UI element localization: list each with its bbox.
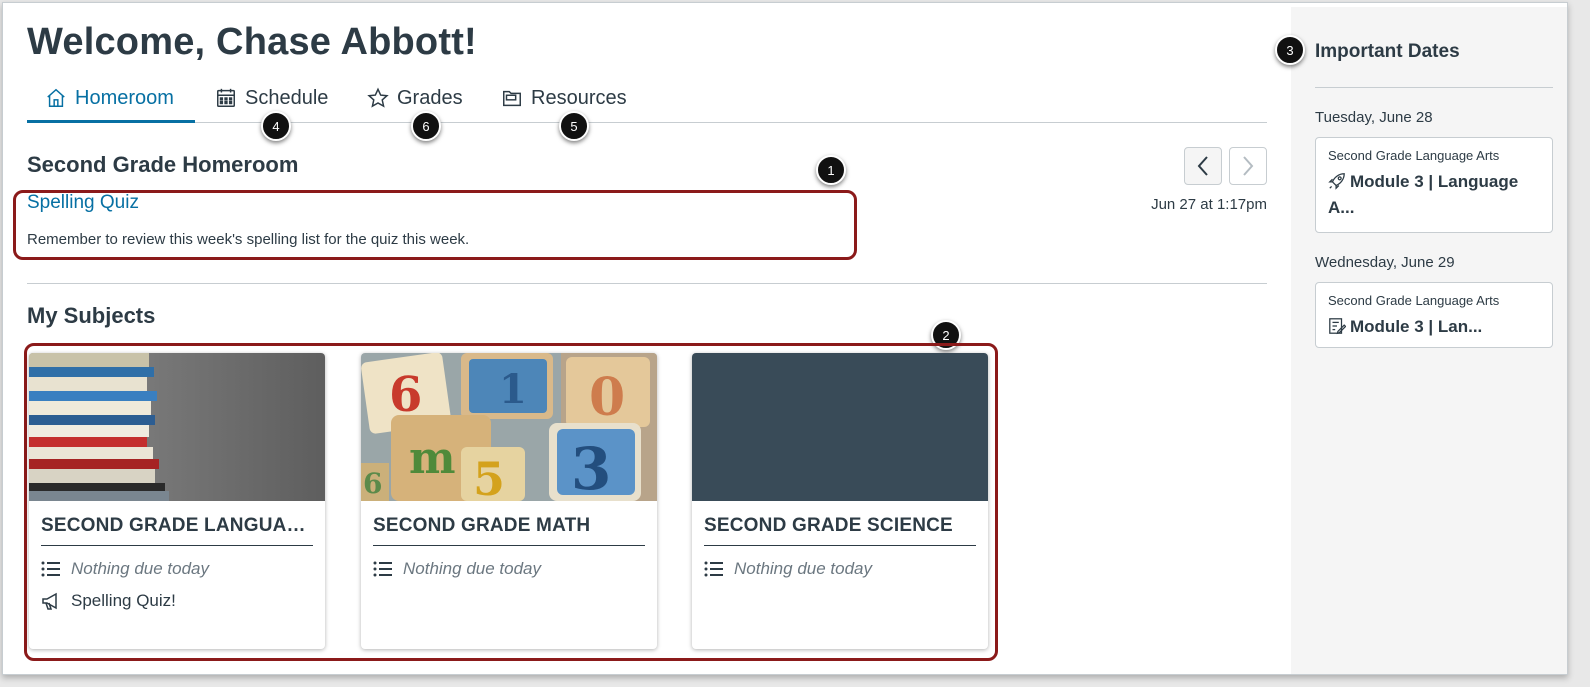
subject-card-title: SECOND GRADE MATH: [373, 515, 645, 546]
number-blocks-photo: 6 1 0 m 5 3 6: [361, 353, 657, 501]
next-announcement-button[interactable]: [1229, 147, 1267, 185]
tab-bar: Homeroom Schedule Grades Resources: [27, 83, 1267, 123]
rocket-icon: [1328, 173, 1345, 190]
svg-text:6: 6: [363, 467, 382, 500]
important-date-heading: Tuesday, June 28: [1315, 109, 1433, 126]
svg-text:6: 6: [389, 367, 422, 423]
callout-badge: 3: [1275, 35, 1305, 65]
subject-card-status-text: Nothing due today: [734, 559, 872, 578]
subject-card-science[interactable]: SECOND GRADE SCIENCE Nothing due today: [692, 353, 988, 649]
home-icon: [47, 88, 65, 107]
star-icon: [367, 87, 389, 108]
callout-badge: 4: [261, 111, 291, 141]
subject-card-title: SECOND GRADE SCIENCE: [704, 515, 976, 546]
callout-badge: 5: [559, 111, 589, 141]
important-dates-sidebar: 3 Important Dates Tuesday, June 28 Secon…: [1275, 7, 1567, 674]
svg-text:3: 3: [571, 435, 611, 501]
subject-card-status-text: Nothing due today: [71, 559, 209, 578]
list-icon: [373, 561, 392, 577]
important-date-item-title: Module 3 | Language A...: [1328, 169, 1540, 221]
important-date-item[interactable]: Second Grade Language Arts Module 3 | La…: [1315, 137, 1553, 233]
svg-text:1: 1: [499, 366, 527, 413]
important-date-course: Second Grade Language Arts: [1328, 148, 1500, 163]
chevron-right-icon: [1243, 156, 1254, 176]
subject-card-title: SECOND GRADE LANGUAG...: [41, 515, 313, 546]
tab-resources-label: Resources: [531, 87, 627, 109]
announcement-highlight-box: [13, 190, 857, 260]
list-icon: [41, 561, 60, 577]
tab-schedule-label: Schedule: [245, 87, 329, 109]
announcement-title-link[interactable]: Spelling Quiz: [27, 192, 139, 214]
books-photo: [29, 353, 325, 501]
tab-grades-label: Grades: [397, 87, 463, 109]
subject-card-announcement-text: Spelling Quiz!: [71, 591, 176, 610]
subject-card-status: Nothing due today: [704, 559, 872, 579]
homeroom-title: Second Grade Homeroom: [27, 152, 299, 177]
callout-badge: 1: [816, 155, 846, 185]
app-window: Welcome, Chase Abbott! Homeroom Schedule…: [2, 2, 1568, 675]
assignment-icon: [1329, 318, 1347, 335]
svg-text:0: 0: [589, 367, 625, 428]
science-card-color-banner: [692, 353, 988, 501]
callout-badge: 6: [411, 111, 441, 141]
announcement-date: Jun 27 at 1:17pm: [1151, 196, 1267, 213]
subject-card-announcement[interactable]: Spelling Quiz!: [41, 591, 176, 611]
megaphone-icon: [42, 592, 57, 610]
list-icon: [704, 561, 723, 577]
tab-homeroom[interactable]: Homeroom: [27, 83, 195, 123]
subject-card-language-arts[interactable]: SECOND GRADE LANGUAG... Nothing due toda…: [29, 353, 325, 649]
my-subjects-title: My Subjects: [27, 303, 156, 328]
tab-homeroom-label: Homeroom: [75, 87, 174, 109]
important-date-item-text: Module 3 | Language: [1350, 172, 1519, 191]
important-date-item-text: Module 3 | Lan...: [1350, 317, 1483, 336]
svg-text:5: 5: [473, 452, 505, 501]
important-date-item-text-continued: A...: [1328, 198, 1355, 217]
previous-announcement-button[interactable]: [1184, 147, 1222, 185]
subject-card-status: Nothing due today: [373, 559, 541, 579]
important-date-item-title: Module 3 | Lan...: [1328, 314, 1540, 340]
important-dates-title: Important Dates: [1315, 41, 1460, 62]
subject-card-status: Nothing due today: [41, 559, 209, 579]
folder-icon: [503, 90, 521, 107]
subject-card-math[interactable]: 6 1 0 m 5 3 6 SECOND GRADE MATH Nothing …: [361, 353, 657, 649]
calendar-icon: [217, 88, 235, 107]
sidebar-divider: [1315, 87, 1553, 88]
welcome-heading: Welcome, Chase Abbott!: [27, 21, 477, 63]
chevron-left-icon: [1197, 156, 1208, 176]
announcement-body: Remember to review this week's spelling …: [27, 231, 470, 248]
section-divider: [27, 283, 1267, 284]
important-date-course: Second Grade Language Arts: [1328, 293, 1500, 308]
important-date-heading: Wednesday, June 29: [1315, 254, 1455, 271]
important-date-item[interactable]: Second Grade Language Arts Module 3 | La…: [1315, 282, 1553, 348]
svg-text:m: m: [409, 433, 456, 484]
subject-card-status-text: Nothing due today: [403, 559, 541, 578]
